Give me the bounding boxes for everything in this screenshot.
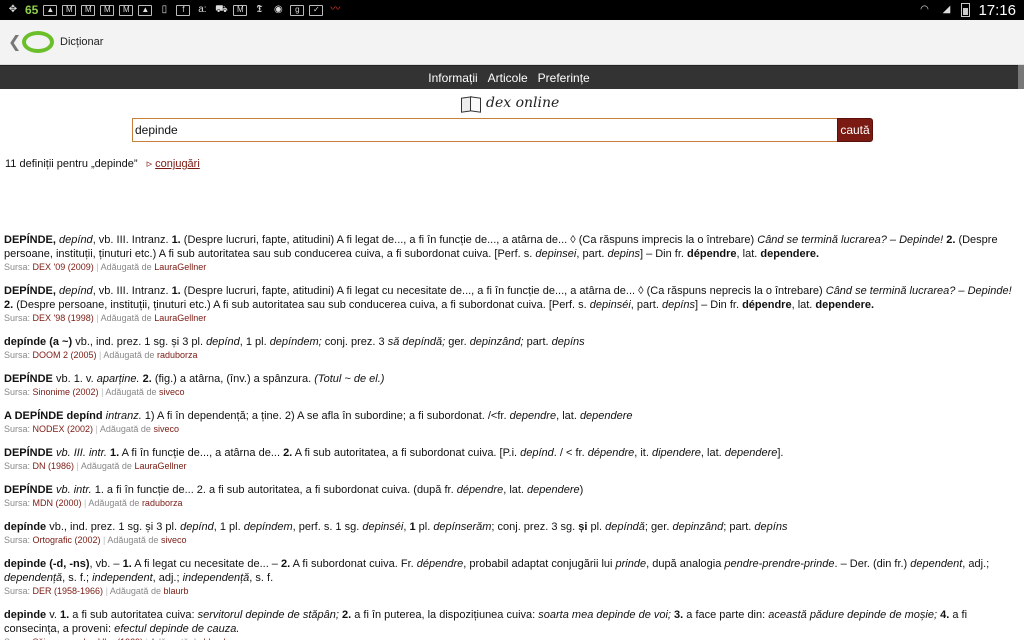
definition-item: depínde (a ~) vb., ind. prez. 1 sg. și 3… (4, 335, 1016, 361)
site-nav: Informații Articole Preferințe (0, 65, 1018, 89)
definition-source: Sursa: DER (1958-1966) | Adăugată de bla… (4, 586, 189, 596)
source-link[interactable]: DEX '09 (2009) (33, 262, 94, 272)
nav-preferinte[interactable]: Preferințe (538, 71, 590, 85)
result-count-text: 11 definiții pentru „depinde” (5, 158, 138, 170)
badge-number: 65 (25, 3, 39, 17)
definition-item: DEPÍNDE vb. intr. 1. a fi în funcție de.… (4, 483, 1016, 509)
dropbox-icon: ✥ (8, 4, 18, 15)
search-button[interactable]: caută (837, 118, 873, 142)
definition-item: A DEPÍNDE depínd intranz. 1) A fi în dep… (4, 409, 1016, 435)
scrollbar[interactable] (1018, 65, 1024, 89)
definition-source: Sursa: DN (1986) | Adăugată de LauraGell… (4, 461, 187, 471)
source-link[interactable]: DOOM 2 (2005) (33, 350, 97, 360)
definition-text: depinde (-d, -ns), vb. – 1. A fi legat c… (4, 558, 990, 584)
definition-source: Sursa: DEX '09 (2009) | Adăugată de Laur… (4, 262, 207, 272)
book-icon (460, 94, 482, 112)
user-link[interactable]: LauraGellner (154, 262, 206, 272)
nav-articole[interactable]: Articole (488, 71, 528, 85)
user-link[interactable]: siveco (159, 387, 185, 397)
source-link[interactable]: DEX '98 (1998) (33, 313, 94, 323)
definition-text: DEPÍNDE vb. III. intr. 1. A fi în funcți… (4, 447, 784, 459)
status-bar: ✥ 65 ▲ M M M M ▲ ▯ f a: ⛟ M 𝕿 ◉ g ✓ 〰 ◠ … (0, 0, 1024, 20)
definition-text: depínde vb., ind. prez. 1 sg. și 3 pl. d… (4, 521, 788, 533)
image-icon: ▲ (138, 4, 153, 16)
definition-source: Sursa: NODEX (2002) | Adăugată de siveco (4, 424, 179, 434)
definition-item: DEPÍNDE vb. III. intr. 1. A fi în funcți… (4, 446, 1016, 472)
mail-icon: M (233, 4, 248, 16)
source-link[interactable]: Ortografic (2002) (33, 535, 101, 545)
back-chevron-icon[interactable]: ❮ (0, 32, 22, 52)
user-link[interactable]: LauraGellner (134, 461, 186, 471)
definition-text: DEPÍNDE vb. 1. v. aparține. 2. (fig.) a … (4, 373, 385, 385)
definition-source: Sursa: DEX '98 (1998) | Adăugată de Laur… (4, 313, 207, 323)
nav-informatii[interactable]: Informații (428, 71, 477, 85)
mail-icon: M (119, 4, 134, 16)
google-plus-icon: g (290, 4, 305, 16)
source-link[interactable]: DN (1986) (33, 461, 75, 471)
search-input[interactable] (132, 118, 838, 142)
eye-icon: ◉ (273, 4, 283, 15)
user-link[interactable]: raduborza (142, 498, 183, 508)
user-link[interactable]: siveco (161, 535, 187, 545)
triangle-icon: ▹ (146, 158, 156, 170)
battery-icon (961, 3, 971, 17)
check-icon: ✓ (309, 4, 324, 16)
facebook-icon: f (176, 4, 191, 16)
user-link[interactable]: blaurb (163, 586, 188, 596)
definition-source: Sursa: Sinonime (2002) | Adăugată de siv… (4, 387, 185, 397)
definition-text: DEPÍNDE, depínd, vb. III. Intranz. 1. (D… (4, 285, 1012, 311)
notification-icons: ✥ 65 ▲ M M M M ▲ ▯ f a: ⛟ M 𝕿 ◉ g ✓ 〰 (0, 3, 342, 17)
a-icon: a: (198, 4, 207, 15)
source-link[interactable]: NODEX (2002) (33, 424, 94, 434)
definition-item: DEPÍNDE, depínd, vb. III. Intranz. 1. (D… (4, 233, 1016, 273)
source-link[interactable]: Sinonime (2002) (33, 387, 99, 397)
system-icons: ◠ ◢ 17:16 (917, 0, 1016, 20)
red-squiggle-icon: 〰 (330, 4, 341, 15)
definition-item: DEPÍNDE, depínd, vb. III. Intranz. 1. (D… (4, 284, 1016, 324)
definition-text: DEPÍNDE, depínd, vb. III. Intranz. 1. (D… (4, 234, 998, 260)
t-icon: 𝕿 (256, 4, 263, 15)
image-icon: ▲ (43, 4, 58, 16)
mail-icon: M (100, 4, 115, 16)
definition-item: depínde vb., ind. prez. 1 sg. și 3 pl. d… (4, 520, 1016, 546)
wifi-icon: ◠ (920, 4, 929, 15)
user-link[interactable]: LauraGellner (154, 313, 206, 323)
result-count: 11 definiții pentru „depinde” ▹ conjugăr… (5, 157, 200, 170)
signal-icon: ◢ (942, 4, 951, 15)
source-link[interactable]: MDN (2000) (33, 498, 82, 508)
clock: 17:16 (978, 1, 1016, 19)
app-title: Dicționar (60, 36, 104, 48)
definition-source: Sursa: Șăineanu, ed. a VI-a (1929) | Adă… (4, 636, 1016, 640)
definition-item: depinde (-d, -ns), vb. – 1. A fi legat c… (4, 557, 1016, 597)
app-action-bar: ❮ Dicționar (0, 20, 1024, 65)
definition-item: depinde v. 1. a fi sub autoritatea cuiva… (4, 608, 1016, 640)
definition-item: DEPÍNDE vb. 1. v. aparține. 2. (fig.) a … (4, 372, 1016, 398)
mail-icon: M (81, 4, 96, 16)
user-link[interactable]: siveco (153, 424, 179, 434)
mail-icon: M (62, 4, 77, 16)
definition-source: Sursa: MDN (2000) | Adăugată de raduborz… (4, 498, 183, 508)
definition-text: DEPÍNDE vb. intr. 1. a fi în funcție de.… (4, 484, 584, 496)
app-logo-icon[interactable] (22, 31, 54, 53)
site-logo[interactable]: dex online (460, 92, 559, 114)
definition-text: depínde (a ~) vb., ind. prez. 1 sg. și 3… (4, 336, 585, 348)
user-link[interactable]: raduborza (157, 350, 198, 360)
definition-text: depinde v. 1. a fi sub autoritatea cuiva… (4, 609, 968, 635)
definition-source: Sursa: Ortografic (2002) | Adăugată de s… (4, 535, 187, 545)
tablet-icon: ▯ (161, 4, 168, 15)
site-logo-text: dex online (486, 95, 560, 111)
definition-source: Sursa: DOOM 2 (2005) | Adăugată de radub… (4, 350, 198, 360)
definition-text: A DEPÍNDE depínd intranz. 1) A fi în dep… (4, 410, 633, 422)
definition-list: DEPÍNDE, depínd, vb. III. Intranz. 1. (D… (4, 233, 1016, 640)
conjugation-link-label[interactable]: conjugări (155, 158, 200, 170)
conjugation-link[interactable]: ▹ conjugări (147, 158, 200, 170)
car-icon: ⛟ (215, 4, 228, 15)
source-link[interactable]: DER (1958-1966) (33, 586, 104, 596)
